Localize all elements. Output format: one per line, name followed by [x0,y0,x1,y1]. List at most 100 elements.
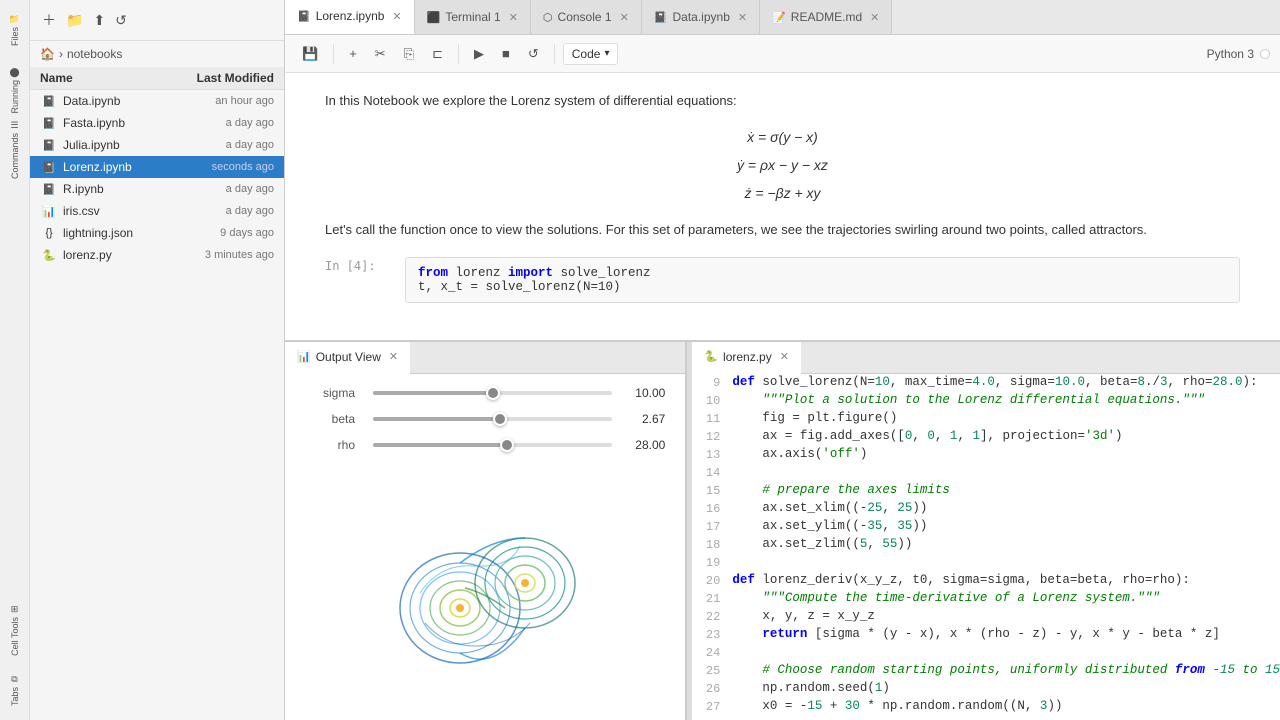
file-toolbar: ＋ 📁 ⬆ ↺ [30,0,284,41]
column-name-header[interactable]: Name [40,71,164,85]
new-launcher-button[interactable]: ＋ [40,8,58,32]
breadcrumb-folder[interactable]: notebooks [67,47,122,61]
slider-row-sigma: sigma 10.00 [305,386,665,400]
file-item-data-ipynb[interactable]: 📓 Data.ipynb an hour ago [30,90,284,112]
file-item-lorenz-py[interactable]: 🐍 lorenz.py 3 minutes ago [30,244,284,266]
copy-button[interactable]: ⎘ [397,42,421,66]
line-number: 27 [692,699,732,714]
slider-label-sigma: sigma [305,386,355,400]
lorenz-py-tab[interactable]: 🐍 lorenz.py ✕ [692,342,801,374]
file-item-iris-csv[interactable]: 📊 iris.csv a day ago [30,200,284,222]
notebook-toolbar: 💾 + ✂ ⎘ ⊏ ▶ ■ ↺ Code ▾ Python 3 [285,35,1280,73]
breadcrumb-sep: › [59,47,63,61]
line-content: ax.set_zlim((5, 55)) [732,537,1280,551]
kernel-select[interactable]: Code ▾ [563,43,619,65]
code-line-25: 25 # Choose random starting points, unif… [692,662,1280,680]
add-cell-button[interactable]: + [342,42,364,65]
toolbar-separator-1 [333,44,334,64]
tab-lorenz-ipynb-tab[interactable]: 📓 Lorenz.ipynb ✕ [285,0,415,35]
tab-close[interactable]: ✕ [392,10,401,23]
code-editor-panel: 🐍 lorenz.py ✕ 9 def solve_lorenz(N=10, m… [692,342,1280,720]
upload-button[interactable]: ⬆ [91,10,107,31]
tab-close[interactable]: ✕ [620,11,629,24]
column-modified-header[interactable]: Last Modified [164,71,274,85]
split-container: In this Notebook we explore the Lorenz s… [285,73,1280,720]
file-modified: 9 days ago [164,227,274,239]
line-content: ax.set_xlim((-25, 25)) [732,501,1280,515]
restart-button[interactable]: ↺ [521,42,546,66]
tab-console-tab[interactable]: ⬡ Console 1 ✕ [531,0,642,35]
code-line-15: 15 # prepare the axes limits [692,482,1280,500]
slider-fill-sigma [373,391,493,395]
output-view-close[interactable]: ✕ [389,350,398,363]
cut-button[interactable]: ✂ [368,42,393,66]
tab-close[interactable]: ✕ [509,11,518,24]
sidebar-item-tabs[interactable]: ⧉ Tabs [0,660,30,720]
tab-readme-tab[interactable]: 📝 README.md ✕ [760,0,892,35]
file-browser: ＋ 📁 ⬆ ↺ 🏠 › notebooks Name Last Modified… [30,0,285,720]
code-line-21: 21 """Compute the time-derivative of a L… [692,590,1280,608]
line-number: 18 [692,537,732,552]
file-type-icon: 📓 [40,94,58,108]
toolbar-separator-3 [554,44,555,64]
slider-thumb-sigma[interactable] [486,386,500,400]
cell-label: In [4]: [325,257,405,303]
code-line-10: 10 """Plot a solution to the Lorenz diff… [692,392,1280,410]
line-number: 26 [692,681,732,696]
file-modified: a day ago [164,139,274,151]
file-item-lightning-json[interactable]: {} lightning.json 9 days ago [30,222,284,244]
tab-close[interactable]: ✕ [738,11,747,24]
cell-code-line-2: t, x_t = solve_lorenz(N=10) [418,280,1227,294]
sidebar-item-running[interactable]: ⬤ Running [0,60,30,120]
line-content: # prepare the axes limits [732,483,1280,497]
line-content: x, y, z = x_y_z [732,609,1280,623]
code-line-14: 14 [692,464,1280,482]
slider-label-beta: beta [305,412,355,426]
refresh-button[interactable]: ↺ [113,10,129,31]
file-item-lorenz-ipynb[interactable]: 📓 Lorenz.ipynb seconds ago [30,156,284,178]
slider-fill-rho [373,443,507,447]
file-modified: seconds ago [164,161,274,173]
sidebar-item-commands[interactable]: ☰ Commands [0,120,30,180]
sidebar-tabs-label: Tabs [10,687,20,706]
lorenz-plot [285,476,685,720]
main-area: 📓 Lorenz.ipynb ✕ ⬛ Terminal 1 ✕ ⬡ Consol… [285,0,1280,720]
code-line-12: 12 ax = fig.add_axes([0, 0, 1, 1], proje… [692,428,1280,446]
file-item-julia-ipynb[interactable]: 📓 Julia.ipynb a day ago [30,134,284,156]
slider-row-rho: rho 28.00 [305,438,665,452]
tab-label: Console 1 [558,10,612,24]
file-item-r-ipynb[interactable]: 📓 R.ipynb a day ago [30,178,284,200]
output-panel: 📊 Output View ✕ sigma 10.00 beta 2.67 rh… [285,342,687,720]
line-number: 12 [692,429,732,444]
new-folder-button[interactable]: 📁 [64,10,85,31]
line-content: ax = fig.add_axes([0, 0, 1, 1], projecti… [732,429,1280,443]
tab-terminal-tab[interactable]: ⬛ Terminal 1 ✕ [415,0,531,35]
home-icon[interactable]: 🏠 [40,47,55,61]
line-number: 17 [692,519,732,534]
slider-thumb-beta[interactable] [493,412,507,426]
tab-data-ipynb-tab[interactable]: 📓 Data.ipynb ✕ [642,0,760,35]
tab-close[interactable]: ✕ [870,11,879,24]
code-line-24: 24 [692,644,1280,662]
equation-2: ẏ = ρx − y − xz [325,151,1240,179]
line-content: """Compute the time-derivative of a Lore… [732,591,1280,605]
line-number: 14 [692,465,732,480]
sidebar-item-files[interactable]: 📁 Files [0,0,30,60]
line-number: 22 [692,609,732,624]
lorenz-py-close[interactable]: ✕ [780,350,789,363]
cell-tools-icon: ⊞ [11,604,19,615]
run-button[interactable]: ▶ [467,42,491,66]
output-view-tab[interactable]: 📊 Output View ✕ [285,342,410,374]
sidebar-left: 📁 Files ⬤ Running ☰ Commands ⊞ Cell Tool… [0,0,30,720]
chevron-down-icon: ▾ [604,48,609,59]
file-modified: a day ago [164,205,274,217]
save-button[interactable]: 💾 [295,42,325,66]
sidebar-item-cell-tools[interactable]: ⊞ Cell Tools [0,600,30,660]
file-item-fasta-ipynb[interactable]: 📓 Fasta.ipynb a day ago [30,112,284,134]
stop-button[interactable]: ■ [495,42,517,65]
paste-button[interactable]: ⊏ [425,42,450,66]
cell-code-block[interactable]: from lorenz import solve_lorenz t, x_t =… [405,257,1240,303]
lorenz-py-label: lorenz.py [723,350,772,364]
slider-thumb-rho[interactable] [500,438,514,452]
code-editor[interactable]: 9 def solve_lorenz(N=10, max_time=4.0, s… [692,374,1280,720]
